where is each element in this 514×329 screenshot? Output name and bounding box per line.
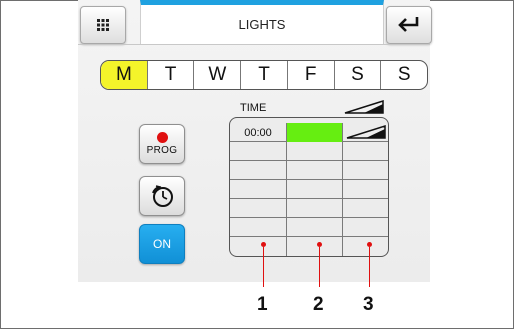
time-cell[interactable] (230, 142, 287, 161)
day-selector: M T W T F S S (100, 60, 428, 90)
prog-button[interactable]: PROG (139, 124, 185, 164)
return-arrow-icon (398, 17, 419, 32)
table-row[interactable]: 00:00 (230, 123, 388, 142)
table-row[interactable] (230, 199, 388, 218)
day-wednesday[interactable]: W (193, 61, 240, 89)
back-button[interactable] (386, 6, 432, 44)
table-row[interactable] (230, 161, 388, 180)
state-cell[interactable] (287, 142, 343, 161)
table-footer-row (230, 234, 388, 256)
day-saturday[interactable]: S (333, 61, 381, 89)
record-icon (156, 132, 168, 143)
day-monday[interactable]: M (101, 61, 147, 89)
state-cell[interactable] (287, 180, 343, 199)
grid-icon (97, 19, 109, 31)
callout-number-2: 2 (313, 294, 324, 315)
state-cell[interactable] (287, 161, 343, 180)
timer-button[interactable] (139, 176, 185, 216)
state-cell-on[interactable] (287, 123, 343, 142)
table-row[interactable] (230, 142, 388, 161)
state-cell[interactable] (287, 199, 343, 218)
page-title: LIGHTS (140, 0, 384, 44)
footer-cell (343, 234, 388, 256)
schedule-table: 00:00 (229, 117, 389, 257)
on-button[interactable]: ON (139, 224, 185, 264)
time-column-header: TIME (240, 102, 267, 114)
time-cell[interactable] (230, 199, 287, 218)
callout-number-3: 3 (363, 294, 374, 315)
timer-icon (152, 185, 173, 207)
level-cell[interactable] (343, 123, 388, 142)
day-sunday[interactable]: S (380, 61, 427, 89)
table-row[interactable] (230, 180, 388, 199)
time-cell[interactable] (230, 161, 287, 180)
footer-cell (230, 234, 287, 256)
time-cell[interactable]: 00:00 (230, 123, 287, 142)
callout-line-2 (319, 247, 320, 287)
level-cell[interactable] (343, 180, 388, 199)
day-tuesday[interactable]: T (146, 61, 194, 89)
header-divider (78, 44, 430, 45)
callout-line-1 (263, 247, 264, 287)
level-cell[interactable] (343, 161, 388, 180)
menu-button[interactable] (80, 6, 126, 44)
day-friday[interactable]: F (286, 61, 334, 89)
prog-label: PROG (146, 145, 178, 156)
callout-line-3 (369, 247, 370, 287)
level-ramp-icon (346, 125, 386, 139)
level-cell[interactable] (343, 199, 388, 218)
callout-number-1: 1 (257, 294, 268, 315)
day-thursday[interactable]: T (240, 61, 287, 89)
level-cell[interactable] (343, 142, 388, 161)
footer-cell (287, 234, 343, 256)
level-ramp-icon (344, 100, 384, 114)
time-cell[interactable] (230, 180, 287, 199)
